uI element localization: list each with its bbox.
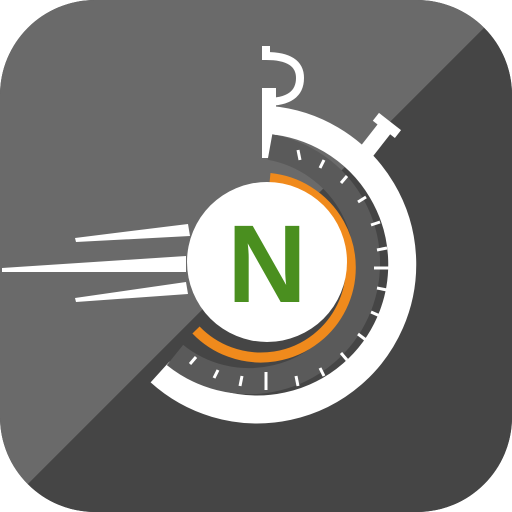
- app-icon[interactable]: N: [0, 0, 512, 512]
- brand-letter-n: N: [227, 203, 306, 326]
